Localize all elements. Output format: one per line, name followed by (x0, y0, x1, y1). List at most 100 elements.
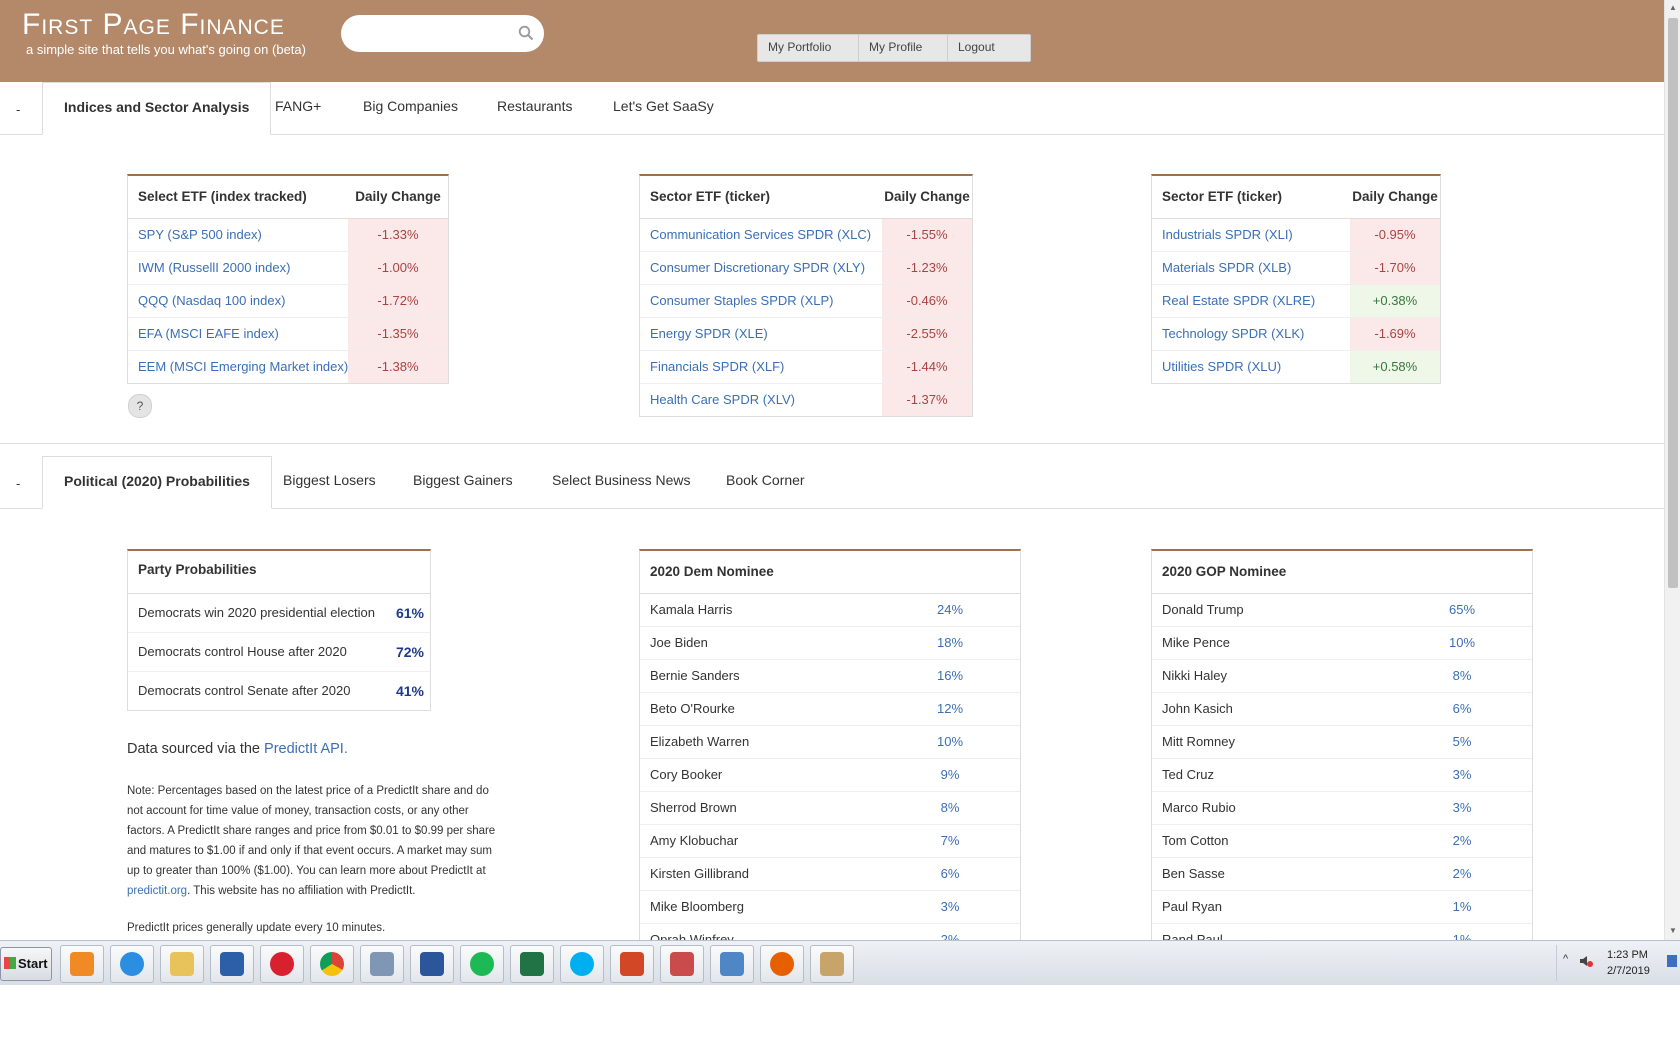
tab-biggest-gainers[interactable]: Biggest Gainers (392, 456, 534, 506)
etf-link[interactable]: QQQ (Nasdaq 100 index) (128, 285, 348, 317)
tab-saasy[interactable]: Let's Get SaaSy (592, 82, 735, 132)
candidate-pct: 18% (936, 635, 964, 650)
chrome-icon[interactable] (310, 945, 354, 983)
daily-change: -1.33% (348, 219, 448, 251)
select-etf-table: Select ETF (index tracked) Daily Change … (127, 174, 449, 384)
my-portfolio-button[interactable]: My Portfolio (757, 34, 871, 62)
scrollbar-thumb[interactable] (1668, 18, 1678, 588)
calculator-icon[interactable] (360, 945, 404, 983)
search-input[interactable] (355, 23, 519, 45)
etf-link[interactable]: Communication Services SPDR (XLC) (640, 219, 882, 251)
skype-icon[interactable] (560, 945, 604, 983)
etf-link[interactable]: Real Estate SPDR (XLRE) (1152, 285, 1350, 317)
media-player-icon[interactable] (60, 945, 104, 983)
table-row: Democrats win 2020 presidential election… (128, 594, 430, 633)
etf-link[interactable]: Consumer Staples SPDR (XLP) (640, 285, 882, 317)
candidate-name: Joe Biden (650, 635, 708, 650)
start-button[interactable]: Start (0, 947, 52, 981)
page-scrollbar[interactable]: ▲ ▼ (1664, 0, 1680, 940)
table-row: Amy Klobuchar 7% (640, 825, 1020, 858)
table-row: Kamala Harris 24% (640, 594, 1020, 627)
candidate-pct: 65% (1448, 602, 1476, 617)
etf-link[interactable]: Health Care SPDR (XLV) (640, 384, 882, 416)
etf-link[interactable]: EEM (MSCI Emerging Market index) (128, 351, 348, 383)
probability-label: Democrats win 2020 presidential election (138, 605, 376, 620)
predictit-link[interactable]: predictit.org (127, 885, 187, 897)
search-icon[interactable] (518, 25, 534, 41)
table-row: EFA (MSCI EAFE index) -1.35% (128, 318, 448, 351)
excel-icon[interactable] (510, 945, 554, 983)
internet-explorer-icon[interactable] (110, 945, 154, 983)
table-row: Elizabeth Warren 10% (640, 726, 1020, 759)
table-row: Ben Sasse 2% (1152, 858, 1532, 891)
my-profile-button[interactable]: My Profile (858, 34, 960, 62)
candidate-pct: 2% (940, 932, 960, 940)
etf-link[interactable]: IWM (RussellI 2000 index) (128, 252, 348, 284)
tab-big-companies[interactable]: Big Companies (342, 82, 479, 132)
table-row: Financials SPDR (XLF) -1.44% (640, 351, 972, 384)
etf-link[interactable]: Utilities SPDR (XLU) (1152, 351, 1350, 383)
etf-link[interactable]: Materials SPDR (XLB) (1152, 252, 1350, 284)
predictit-api-link[interactable]: PredictIt API. (264, 741, 348, 757)
table-row: Democrats control House after 2020 72% (128, 633, 430, 672)
clock-date[interactable]: 2/7/2019 (1607, 965, 1650, 977)
etf-link[interactable]: Consumer Discretionary SPDR (XLY) (640, 252, 882, 284)
sector-etf-table-1: Sector ETF (ticker) Daily Change Communi… (639, 174, 973, 417)
probability-label: Democrats control Senate after 2020 (138, 683, 351, 698)
tab-indices-sector[interactable]: Indices and Sector Analysis (42, 82, 272, 135)
paint-icon[interactable] (810, 945, 854, 983)
snipping-tool-icon[interactable] (660, 945, 704, 983)
daily-change: +0.58% (1350, 351, 1440, 383)
daily-change: -1.37% (882, 384, 972, 416)
etf-link[interactable]: Technology SPDR (XLK) (1152, 318, 1350, 350)
etf-link[interactable]: Financials SPDR (XLF) (640, 351, 882, 383)
tab-book-corner[interactable]: Book Corner (705, 456, 826, 506)
help-icon[interactable]: ? (128, 394, 152, 418)
table-row: Kirsten Gillibrand 6% (640, 858, 1020, 891)
candidate-pct: 16% (936, 668, 964, 683)
volume-muted-icon[interactable] (1579, 954, 1593, 968)
collapse-toggle[interactable]: - (16, 102, 20, 117)
candidate-name: Beto O'Rourke (650, 701, 735, 716)
scroll-down-arrow-icon[interactable]: ▼ (1669, 926, 1677, 935)
scroll-up-arrow-icon[interactable]: ▲ (1669, 3, 1677, 12)
table-row: SPY (S&P 500 index) -1.33% (128, 219, 448, 252)
powerpoint-icon[interactable] (610, 945, 654, 983)
powershell-icon[interactable] (210, 945, 254, 983)
etf-link[interactable]: EFA (MSCI EAFE index) (128, 318, 348, 350)
candidate-name: Sherrod Brown (650, 800, 737, 815)
sector-etf-table-2: Sector ETF (ticker) Daily Change Industr… (1151, 174, 1441, 384)
candidate-pct: 1% (1452, 899, 1472, 914)
etf-link[interactable]: SPY (S&P 500 index) (128, 219, 348, 251)
photo-viewer-icon[interactable] (710, 945, 754, 983)
opera-icon[interactable] (260, 945, 304, 983)
site-title[interactable]: First Page Finance (22, 8, 285, 42)
firefox-icon[interactable] (760, 945, 804, 983)
tab-political[interactable]: Political (2020) Probabilities (42, 456, 272, 509)
daily-change: -0.46% (882, 285, 972, 317)
probability-value: 61% (395, 605, 425, 621)
etf-link[interactable]: Industrials SPDR (XLI) (1152, 219, 1350, 251)
spotify-icon[interactable] (460, 945, 504, 983)
probability-value: 72% (395, 644, 425, 660)
candidate-pct: 5% (1452, 734, 1472, 749)
windows-taskbar: Start ^ 1:23 PM 2/7/2019 (0, 940, 1680, 985)
etf-link[interactable]: Energy SPDR (XLE) (640, 318, 882, 350)
search-box[interactable] (341, 15, 544, 52)
file-explorer-icon[interactable] (160, 945, 204, 983)
daily-change: -1.70% (1350, 252, 1440, 284)
clock-time[interactable]: 1:23 PM (1607, 949, 1648, 961)
tab-biggest-losers[interactable]: Biggest Losers (262, 456, 397, 506)
table-row: Energy SPDR (XLE) -2.55% (640, 318, 972, 351)
tab-restaurants[interactable]: Restaurants (476, 82, 593, 132)
action-center-icon[interactable] (1667, 955, 1677, 967)
candidate-name: Donald Trump (1162, 602, 1244, 617)
table-row: Democrats control Senate after 2020 41% (128, 672, 430, 710)
tab-business-news[interactable]: Select Business News (531, 456, 712, 506)
collapse-toggle[interactable]: - (16, 476, 20, 491)
word-icon[interactable] (410, 945, 454, 983)
logout-button[interactable]: Logout (947, 34, 1031, 62)
candidate-pct: 8% (1452, 668, 1472, 683)
tab-fang[interactable]: FANG+ (254, 82, 342, 132)
show-hidden-icons-icon[interactable]: ^ (1563, 953, 1568, 965)
